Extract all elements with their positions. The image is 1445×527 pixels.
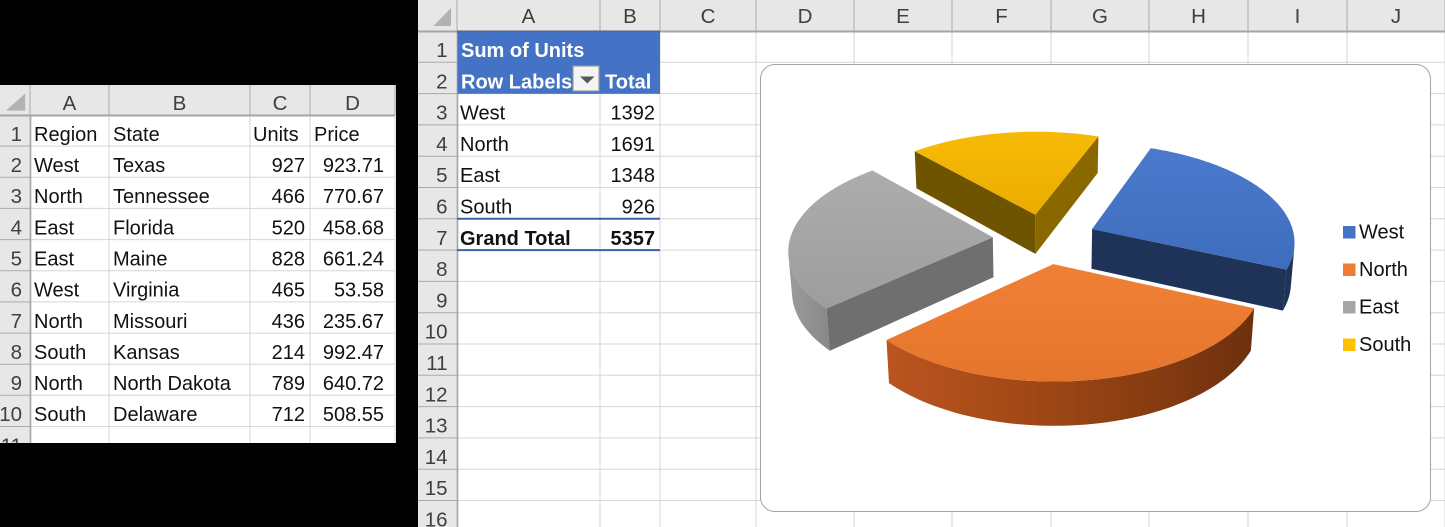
svg-text:9: 9 — [11, 372, 22, 395]
svg-text:12: 12 — [425, 383, 448, 406]
svg-text:828: 828 — [272, 249, 305, 271]
svg-text:520: 520 — [272, 217, 305, 239]
svg-text:Sum of Units: Sum of Units — [461, 40, 584, 62]
svg-text:927: 927 — [272, 155, 305, 177]
svg-text:East: East — [1359, 297, 1399, 319]
svg-text:Delaware: Delaware — [113, 404, 197, 426]
svg-text:Florida: Florida — [113, 217, 175, 239]
svg-text:640.72: 640.72 — [323, 373, 384, 395]
svg-text:436: 436 — [272, 311, 305, 333]
svg-text:1691: 1691 — [611, 134, 656, 156]
svg-text:8: 8 — [436, 258, 447, 281]
svg-text:5: 5 — [11, 248, 22, 271]
svg-text:Row Labels: Row Labels — [461, 71, 572, 93]
svg-text:West: West — [460, 103, 506, 125]
svg-text:15: 15 — [425, 477, 448, 500]
svg-text:3: 3 — [436, 102, 447, 125]
svg-text:A: A — [63, 92, 77, 115]
svg-text:E: E — [896, 5, 910, 28]
svg-text:4: 4 — [11, 216, 22, 239]
svg-text:North: North — [34, 186, 83, 208]
svg-text:H: H — [1191, 5, 1206, 28]
svg-text:A: A — [522, 5, 536, 28]
svg-text:6: 6 — [11, 279, 22, 302]
svg-text:11: 11 — [426, 352, 447, 375]
svg-text:Region: Region — [34, 124, 97, 146]
svg-text:458.68: 458.68 — [323, 217, 384, 239]
svg-text:1348: 1348 — [611, 165, 656, 187]
svg-text:8: 8 — [11, 341, 22, 364]
svg-text:South: South — [1359, 334, 1411, 356]
svg-text:53.58: 53.58 — [334, 280, 384, 302]
svg-text:Price: Price — [314, 124, 360, 146]
svg-text:North: North — [34, 373, 83, 395]
svg-text:6: 6 — [436, 196, 447, 219]
svg-text:2: 2 — [11, 154, 22, 177]
svg-text:5: 5 — [436, 164, 447, 187]
svg-text:992.47: 992.47 — [323, 342, 384, 364]
svg-text:3: 3 — [11, 185, 22, 208]
svg-text:Tennessee: Tennessee — [113, 186, 210, 208]
svg-text:7: 7 — [11, 310, 22, 333]
svg-text:F: F — [995, 5, 1008, 28]
svg-text:926: 926 — [622, 197, 655, 219]
svg-text:North: North — [1359, 259, 1408, 281]
svg-text:J: J — [1391, 5, 1401, 28]
svg-text:5357: 5357 — [611, 228, 656, 250]
svg-text:508.55: 508.55 — [323, 404, 384, 426]
svg-text:West: West — [34, 280, 80, 302]
svg-text:D: D — [345, 92, 360, 115]
svg-text:2: 2 — [436, 70, 447, 93]
svg-text:C: C — [273, 92, 288, 115]
svg-text:4: 4 — [436, 133, 447, 156]
svg-text:East: East — [34, 249, 74, 271]
svg-text:770.67: 770.67 — [323, 186, 384, 208]
svg-text:235.67: 235.67 — [323, 311, 384, 333]
svg-text:B: B — [173, 92, 187, 115]
svg-text:North: North — [460, 134, 509, 156]
svg-text:16: 16 — [425, 509, 448, 527]
svg-text:State: State — [113, 124, 160, 146]
svg-text:1: 1 — [436, 39, 447, 62]
svg-text:1392: 1392 — [611, 103, 656, 125]
svg-text:South: South — [34, 404, 86, 426]
svg-text:B: B — [623, 5, 637, 28]
svg-text:13: 13 — [425, 415, 448, 438]
svg-text:14: 14 — [425, 446, 448, 469]
svg-text:1: 1 — [11, 123, 22, 146]
svg-text:923.71: 923.71 — [323, 155, 384, 177]
svg-text:South: South — [460, 197, 512, 219]
svg-text:Grand Total: Grand Total — [460, 228, 571, 250]
svg-text:10: 10 — [425, 321, 448, 344]
svg-text:West: West — [1359, 222, 1405, 244]
svg-text:712: 712 — [272, 404, 305, 426]
svg-text:Maine: Maine — [113, 249, 167, 271]
svg-text:Total: Total — [605, 71, 651, 93]
svg-text:East: East — [34, 217, 74, 239]
svg-text:661.24: 661.24 — [323, 249, 384, 271]
svg-text:Units: Units — [253, 124, 299, 146]
svg-text:I: I — [1295, 5, 1301, 28]
svg-text:West: West — [34, 155, 80, 177]
svg-text:7: 7 — [436, 227, 447, 250]
svg-text:214: 214 — [272, 342, 305, 364]
svg-text:C: C — [701, 5, 716, 28]
svg-text:465: 465 — [272, 280, 305, 302]
svg-text:G: G — [1092, 5, 1108, 28]
svg-text:Texas: Texas — [113, 155, 165, 177]
svg-text:South: South — [34, 342, 86, 364]
svg-text:466: 466 — [272, 186, 305, 208]
svg-text:789: 789 — [272, 373, 305, 395]
svg-text:East: East — [460, 165, 500, 187]
svg-text:11: 11 — [1, 434, 22, 443]
svg-text:North: North — [34, 311, 83, 333]
svg-text:9: 9 — [436, 289, 447, 312]
svg-text:North Dakota: North Dakota — [113, 373, 232, 395]
svg-text:10: 10 — [0, 403, 22, 426]
svg-text:Virginia: Virginia — [113, 280, 180, 302]
svg-text:D: D — [798, 5, 813, 28]
svg-text:Kansas: Kansas — [113, 342, 180, 364]
svg-text:Missouri: Missouri — [113, 311, 187, 333]
